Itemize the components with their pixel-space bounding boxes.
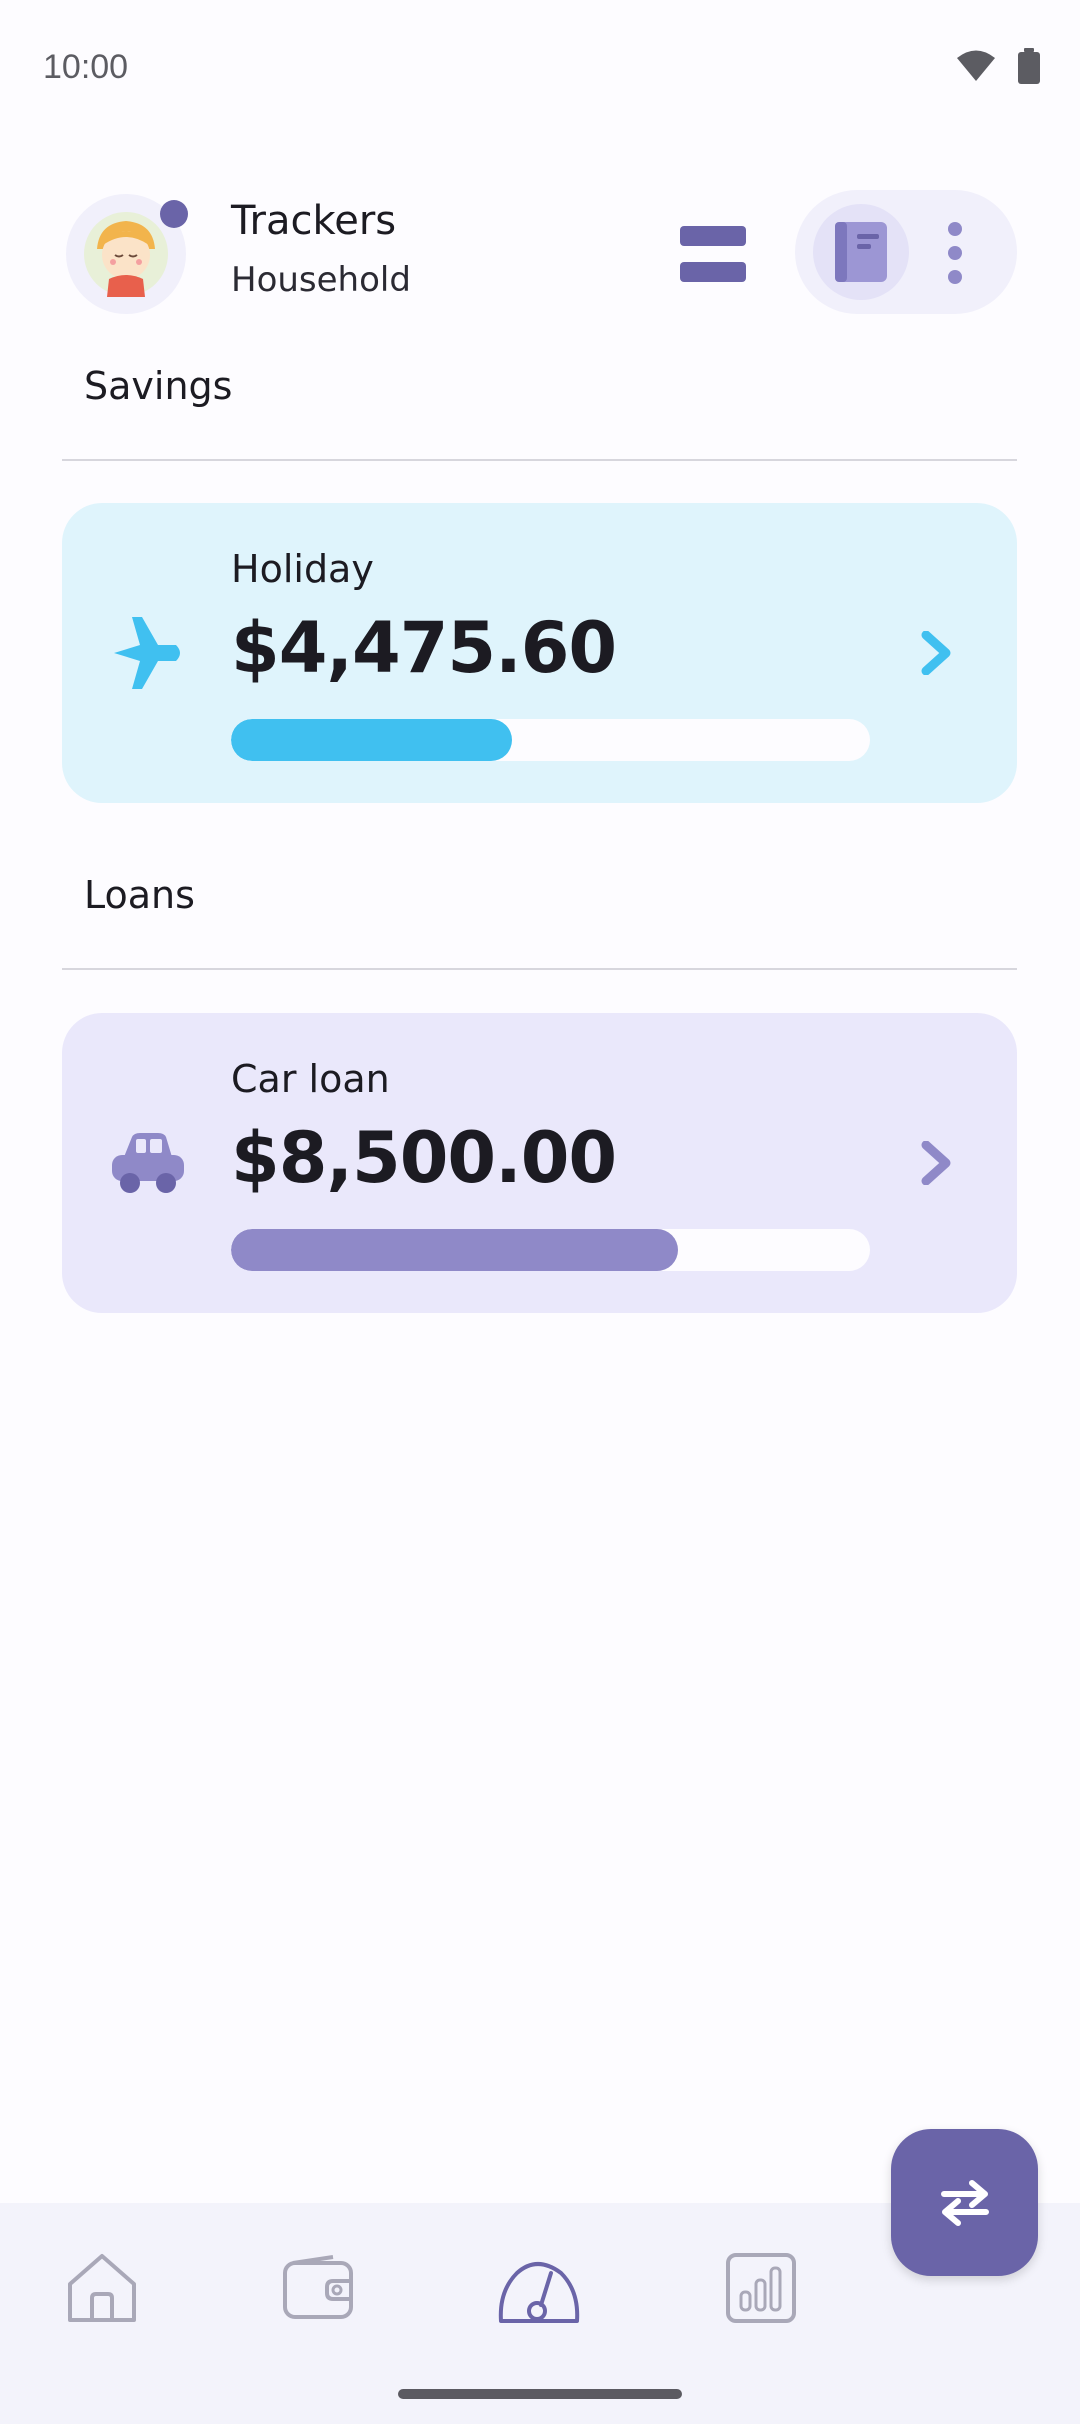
wifi-icon [956,49,996,87]
car-icon [108,1123,188,1203]
gauge-icon [498,2262,580,2323]
header-actions [795,190,1017,314]
card-name: Holiday [231,547,374,591]
section-title-loans: Loans [84,873,195,917]
status-time: 10:00 [43,48,129,86]
notification-dot [160,200,188,228]
home-icon [68,2254,136,2322]
wallet-icon [283,2255,353,2319]
more-vert-icon[interactable] [943,222,967,284]
progress-fill [231,719,513,761]
transfer-fab[interactable] [891,2129,1038,2276]
card-amount: $4,475.60 [231,607,617,689]
header-subtitle[interactable]: Household [231,260,411,300]
nav-trackers[interactable] [494,2243,584,2333]
swap-icon [940,2179,989,2226]
progress-fill [231,1229,679,1271]
progress-bar [231,719,870,761]
header-title: Trackers [231,198,397,244]
progress-bar [231,1229,870,1271]
nav-reports[interactable] [716,2243,806,2333]
nav-wallet[interactable] [274,2243,364,2333]
home-indicator[interactable] [398,2389,682,2399]
divider [62,459,1017,461]
divider [62,968,1017,970]
card-name: Car loan [231,1057,390,1101]
status-bar: 10:00 [0,0,1080,140]
chevron-right-icon[interactable] [912,628,962,678]
card-amount: $8,500.00 [231,1117,617,1199]
status-icons [956,48,1040,88]
nav-home[interactable] [57,2243,147,2333]
book-button[interactable] [813,204,909,300]
chart-icon [726,2253,796,2323]
chevron-right-icon[interactable] [912,1138,962,1188]
battery-icon [1018,48,1040,88]
airplane-icon [108,613,188,693]
header: Trackers Household [0,190,1080,320]
menu-icon[interactable] [680,226,750,282]
tracker-card-car-loan[interactable]: Car loan $8,500.00 [62,1013,1017,1313]
avatar-icon [84,212,168,297]
section-title-savings: Savings [84,364,233,408]
tracker-card-holiday[interactable]: Holiday $4,475.60 [62,503,1017,803]
book-icon [835,222,887,282]
